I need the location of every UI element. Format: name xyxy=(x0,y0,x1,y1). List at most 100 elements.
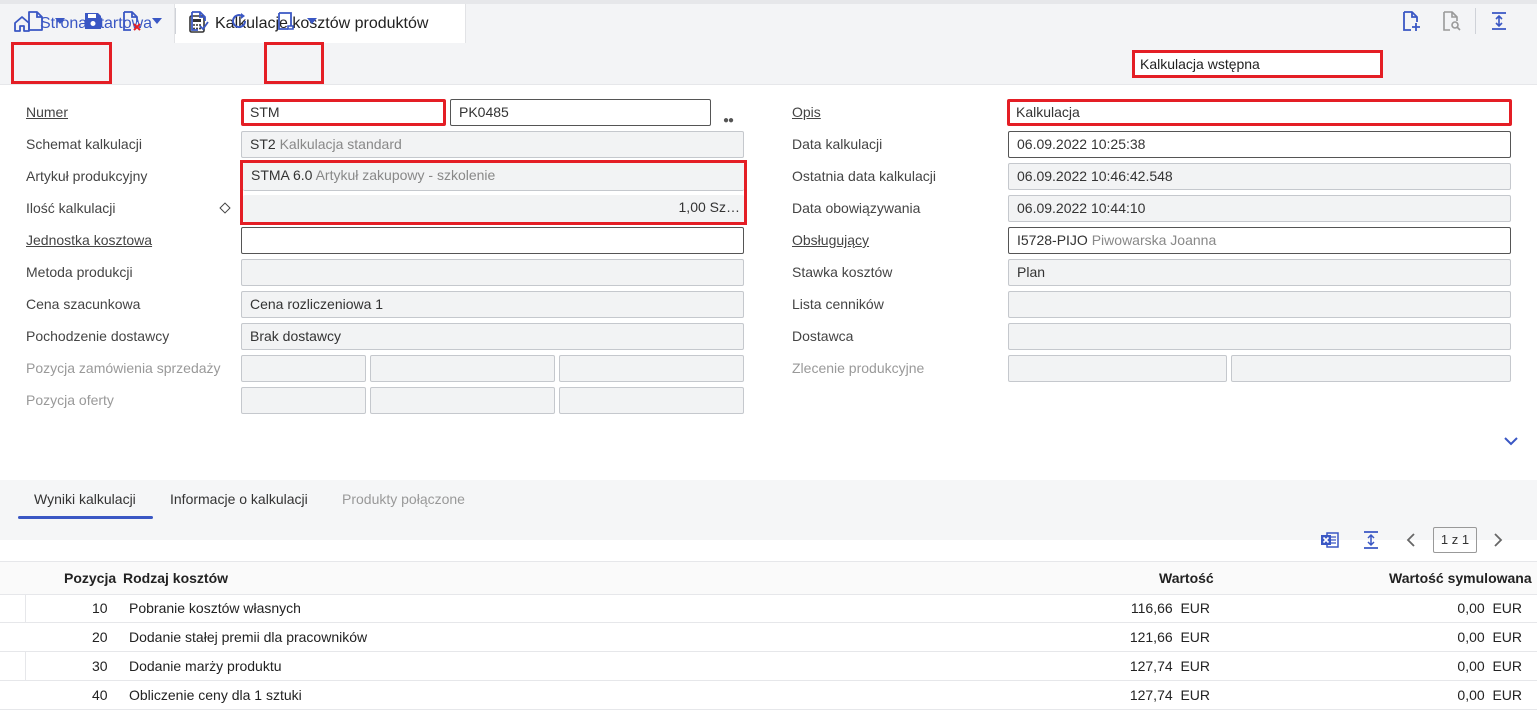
refresh-button[interactable] xyxy=(226,8,252,34)
cell-pozycja: 10 xyxy=(92,600,108,616)
highlight-new-save xyxy=(11,42,112,84)
cell-wartosc: 127,74 EUR xyxy=(1129,658,1210,674)
new-calc-button[interactable] xyxy=(1398,8,1424,34)
tab-produkty[interactable]: Produkty połączone xyxy=(342,491,465,507)
jednostka-field[interactable] xyxy=(241,227,744,254)
metoda-label: Metoda produkcji xyxy=(26,264,133,280)
zlecenie-field-1[interactable] xyxy=(1008,355,1227,382)
cell-wartosc-sym: 0,00 EUR xyxy=(1457,629,1522,645)
artykul-label: Artykuł produkcyjny xyxy=(26,168,148,184)
poz-zam-label: Pozycja zamówienia sprzedaży xyxy=(26,360,221,376)
poz-oferty-label: Pozycja oferty xyxy=(26,392,114,408)
grid-expand-button[interactable] xyxy=(1362,527,1380,553)
scroll-report-button[interactable] xyxy=(271,8,297,34)
cell-rodzaj: Pobranie kosztów własnych xyxy=(129,600,301,616)
expand-vertical-icon xyxy=(1364,531,1378,549)
numer-prefix-field[interactable]: STM xyxy=(241,99,446,126)
header-pozycja[interactable]: Pozycja xyxy=(64,570,116,586)
cell-rodzaj: Dodanie marży produktu xyxy=(129,658,282,674)
tab-wyniki[interactable]: Wyniki kalkulacji xyxy=(34,491,136,507)
table-row[interactable]: 30 Dodanie marży produktu 127,74 EUR 0,0… xyxy=(0,652,1537,681)
prev-page-button[interactable] xyxy=(1405,527,1417,553)
table-row[interactable]: 10 Pobranie kosztów własnych 116,66 EUR … xyxy=(0,594,1537,623)
stawka-field[interactable]: Plan xyxy=(1008,259,1511,286)
zlecenie-field-2[interactable] xyxy=(1231,355,1511,382)
diamond-icon xyxy=(219,202,231,214)
new-document-button[interactable] xyxy=(22,8,48,34)
next-page-button[interactable] xyxy=(1492,527,1504,553)
ilosc-field[interactable]: 1,00 Sz… xyxy=(243,195,744,222)
obowiaz-field[interactable]: 06.09.2022 10:44:10 xyxy=(1008,195,1511,222)
lista-field[interactable] xyxy=(1008,291,1511,318)
grid-header: Pozycja Rodzaj kosztów Wartość Wartość s… xyxy=(0,561,1537,595)
schemat-field[interactable]: ST2 Kalkulacja standard xyxy=(241,131,744,158)
pochodzenie-label: Pochodzenie dostawcy xyxy=(26,328,170,344)
data-kalk-label: Data kalkulacji xyxy=(792,136,883,152)
artykul-field[interactable]: STMA 6.0 Artykuł zakupowy - szkolenie xyxy=(243,163,744,191)
cell-wartosc: 127,74 EUR xyxy=(1129,687,1210,703)
page-indicator[interactable]: 1 z 1 xyxy=(1433,527,1477,553)
tab-informacje[interactable]: Informacje o kalkulacji xyxy=(170,491,308,507)
caret-down-icon xyxy=(152,18,162,24)
opis-label: Opis xyxy=(792,104,821,120)
dostawca-label: Dostawca xyxy=(792,328,854,344)
data-kalk-field[interactable]: 06.09.2022 10:25:38 xyxy=(1008,131,1511,158)
table-row[interactable]: 20 Dodanie stałej premii dla pracowników… xyxy=(0,623,1537,652)
poz-zam-field-2[interactable] xyxy=(370,355,555,382)
document-search-icon xyxy=(1443,11,1461,31)
caret-down-icon xyxy=(307,18,317,24)
caret-down-icon xyxy=(55,18,65,24)
cell-wartosc: 116,66 EUR xyxy=(1130,600,1210,616)
obslugujacy-field[interactable]: I5728-PIJO Piwowarska Joanna xyxy=(1008,227,1511,254)
expand-collapse-button[interactable] xyxy=(1486,8,1512,34)
header-wartosc-sym[interactable]: Wartość symulowana xyxy=(1389,570,1532,586)
scenario-field[interactable]: Kalkulacja wstępna xyxy=(1132,50,1383,78)
poz-zam-field-1[interactable] xyxy=(241,355,366,382)
poz-oferty-field-1[interactable] xyxy=(241,387,366,414)
chevron-left-icon xyxy=(1406,533,1415,547)
pochodzenie-field[interactable]: Brak dostawcy xyxy=(241,323,744,350)
opis-field[interactable]: Kalkulacja xyxy=(1007,99,1512,126)
header-rodzaj[interactable]: Rodzaj kosztów xyxy=(123,570,228,586)
cell-pozycja: 40 xyxy=(92,687,108,703)
preview-button[interactable] xyxy=(1438,8,1464,34)
scroll-dropdown-button[interactable] xyxy=(304,8,320,34)
ilosc-label: Ilość kalkulacji xyxy=(26,200,116,216)
cell-wartosc: 121,66 EUR xyxy=(1129,629,1210,645)
chevron-down-icon[interactable] xyxy=(1502,434,1520,450)
cell-wartosc-sym: 0,00 EUR xyxy=(1457,687,1522,703)
expand-vertical-icon xyxy=(1492,12,1506,30)
save-button[interactable] xyxy=(80,8,106,34)
poz-oferty-field-2[interactable] xyxy=(370,387,555,414)
discard-button[interactable] xyxy=(118,8,144,34)
table-row[interactable]: 40 Obliczenie ceny dla 1 sztuki 127,74 E… xyxy=(0,681,1537,710)
poz-zam-field-3[interactable] xyxy=(559,355,744,382)
chevron-right-icon xyxy=(1494,533,1503,547)
header-wartosc[interactable]: Wartość xyxy=(1159,570,1214,586)
tab-product-cost-calc[interactable]: Kalkulacje kosztów produktów xyxy=(174,4,466,44)
excel-export-button[interactable] xyxy=(1320,527,1340,553)
stawka-label: Stawka kosztów xyxy=(792,264,893,280)
new-dropdown-button[interactable] xyxy=(52,8,68,34)
poz-oferty-field-3[interactable] xyxy=(559,387,744,414)
cell-pozycja: 20 xyxy=(92,629,108,645)
cena-field[interactable]: Cena rozliczeniowa 1 xyxy=(241,291,744,318)
document-add-icon xyxy=(1403,11,1420,31)
cell-wartosc-sym: 0,00 EUR xyxy=(1457,600,1522,616)
validate-button[interactable] xyxy=(186,8,212,34)
active-tab-indicator xyxy=(18,516,153,519)
numer-label: Numer xyxy=(26,104,69,120)
more-dots-icon[interactable]: ●● xyxy=(723,115,734,126)
excel-icon xyxy=(1321,532,1339,548)
cell-pozycja: 30 xyxy=(92,658,108,674)
metoda-field[interactable] xyxy=(241,259,744,286)
row-selector[interactable] xyxy=(0,594,26,622)
jednostka-label: Jednostka kosztowa xyxy=(26,232,153,248)
discard-dropdown-button[interactable] xyxy=(149,8,165,34)
new-document-icon xyxy=(28,11,43,31)
row-selector[interactable] xyxy=(0,652,26,680)
numer-field[interactable]: PK0485 xyxy=(450,99,711,126)
ostatnia-field[interactable]: 06.09.2022 10:46:42.548 xyxy=(1008,163,1511,190)
dostawca-field[interactable] xyxy=(1008,323,1511,350)
document-check-icon xyxy=(191,11,209,31)
